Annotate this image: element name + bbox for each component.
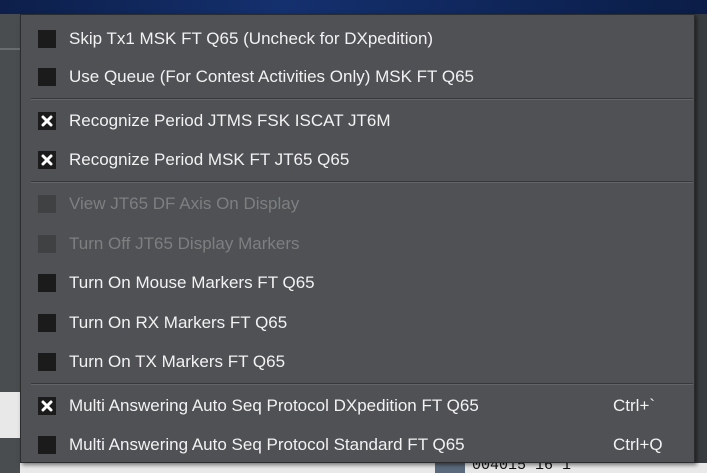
menu-item-label: Use Queue (For Contest Activities Only) … (69, 67, 474, 86)
background-window-titlebar (0, 0, 707, 14)
menu-separator (31, 383, 693, 385)
checkbox-unchecked-icon[interactable] (38, 68, 56, 86)
menu-item-turn-off-jt65-markers: Turn Off JT65 Display Markers (21, 226, 694, 262)
menu-item-use-queue[interactable]: Use Queue (For Contest Activities Only) … (21, 59, 694, 95)
options-dropdown-menu: Skip Tx1 MSK FT Q65 (Uncheck for DXpedit… (20, 14, 695, 463)
checkbox-disabled-icon (38, 195, 56, 213)
checkbox-checked-icon[interactable] (38, 112, 56, 130)
background-divider (0, 48, 20, 50)
menu-item-shortcut: Ctrl+` (613, 396, 656, 415)
menu-separator (31, 98, 693, 100)
checkbox-unchecked-icon[interactable] (38, 353, 56, 371)
menu-item-mouse-markers[interactable]: Turn On Mouse Markers FT Q65 (21, 265, 694, 301)
menu-item-label: Turn Off JT65 Display Markers (69, 234, 300, 253)
menu-item-recognize-period-msk[interactable]: Recognize Period MSK FT JT65 Q65 (21, 142, 694, 178)
menu-item-label: Skip Tx1 MSK FT Q65 (Uncheck for DXpedit… (69, 29, 434, 48)
checkbox-unchecked-icon[interactable] (38, 274, 56, 292)
checkbox-checked-icon[interactable] (38, 397, 56, 415)
checkbox-checked-icon[interactable] (38, 151, 56, 169)
menu-item-label: Turn On Mouse Markers FT Q65 (69, 273, 315, 292)
background-status-area: 004015 16 1 (20, 463, 707, 473)
menu-item-label: Recognize Period MSK FT JT65 Q65 (69, 150, 350, 169)
menu-item-recognize-period-jtms[interactable]: Recognize Period JTMS FSK ISCAT JT6M (21, 103, 694, 139)
menu-item-label: Turn On TX Markers FT Q65 (69, 352, 286, 371)
checkbox-disabled-icon (38, 235, 56, 253)
background-status-text: 004015 16 1 (472, 463, 572, 473)
checkbox-unchecked-icon[interactable] (38, 30, 56, 48)
menu-item-skip-tx1[interactable]: Skip Tx1 MSK FT Q65 (Uncheck for DXpedit… (21, 21, 694, 57)
menu-item-rx-markers[interactable]: Turn On RX Markers FT Q65 (21, 305, 694, 341)
background-status-block (435, 463, 465, 473)
menu-item-label: Recognize Period JTMS FSK ISCAT JT6M (69, 111, 391, 130)
background-panel-strip (0, 392, 20, 438)
check-x-icon (41, 154, 53, 166)
menu-item-view-jt65-df-axis: View JT65 DF Axis On Display (21, 186, 694, 222)
check-x-icon (41, 115, 53, 127)
menu-item-label: Multi Answering Auto Seq Protocol DXpedi… (69, 396, 479, 415)
check-x-icon (41, 400, 53, 412)
menu-item-shortcut: Ctrl+Q (613, 435, 663, 454)
checkbox-unchecked-icon[interactable] (38, 436, 56, 454)
menu-item-multi-answering-standard[interactable]: Multi Answering Auto Seq Protocol Standa… (21, 427, 694, 463)
menu-item-label: View JT65 DF Axis On Display (69, 194, 300, 213)
menu-separator (31, 181, 693, 183)
menu-item-label: Multi Answering Auto Seq Protocol Standa… (69, 435, 465, 454)
menu-item-label: Turn On RX Markers FT Q65 (69, 313, 288, 332)
checkbox-unchecked-icon[interactable] (38, 314, 56, 332)
menu-item-tx-markers[interactable]: Turn On TX Markers FT Q65 (21, 344, 694, 380)
menu-item-multi-answering-dxpedition[interactable]: Multi Answering Auto Seq Protocol DXpedi… (21, 388, 694, 424)
